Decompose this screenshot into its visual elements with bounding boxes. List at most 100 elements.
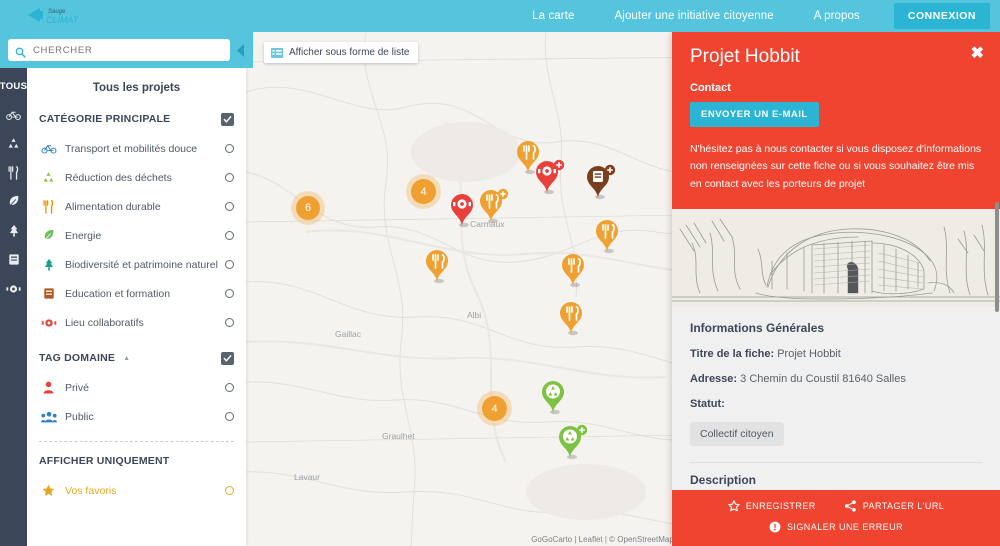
filter-radio[interactable] — [225, 383, 234, 392]
main-nav: La carte Ajouter une initiative citoyenn… — [512, 0, 1000, 32]
search-input[interactable] — [33, 44, 213, 56]
filter-prive[interactable]: Privé — [39, 373, 234, 402]
marker-cluster[interactable]: 6 — [296, 196, 320, 220]
report-error-action[interactable]: SIGNALER UNE ERREUR — [769, 521, 903, 533]
filter-label: Education et formation — [65, 287, 171, 300]
map-marker-alimentation[interactable] — [423, 247, 453, 290]
rail-all-label[interactable]: TOUS — [0, 74, 27, 100]
panel-header: Projet Hobbit ✖ Contact ENVOYER UN E-MAI… — [672, 32, 1000, 209]
share-url-action[interactable]: PARTAGER L'URL — [844, 500, 945, 512]
send-email-button[interactable]: ENVOYER UN E-MAIL — [690, 102, 819, 127]
filter-radio[interactable] — [225, 412, 234, 421]
filter-radio[interactable] — [225, 486, 234, 495]
star-outline-icon — [727, 500, 740, 512]
rail-cutlery-icon[interactable] — [0, 158, 27, 187]
project-detail-panel: Projet Hobbit ✖ Contact ENVOYER UN E-MAI… — [672, 32, 1000, 546]
star-icon — [39, 483, 58, 499]
filter-radio[interactable] — [225, 173, 234, 182]
filter-group-checkbox[interactable] — [221, 351, 234, 365]
filter-group-checkbox[interactable] — [221, 112, 234, 126]
filter-label: Alimentation durable — [65, 200, 161, 213]
nav-a-propos[interactable]: A propos — [794, 0, 880, 32]
rail-leaf-icon[interactable] — [0, 187, 27, 216]
map-label-gaillac: Gaillac — [335, 329, 361, 339]
rail-book-icon[interactable] — [0, 245, 27, 274]
save-action[interactable]: ENREGISTRER — [727, 500, 816, 512]
map-marker-alimentation[interactable] — [559, 251, 589, 294]
rail-bicycle-icon[interactable] — [0, 100, 27, 129]
map-marker-education[interactable] — [584, 163, 618, 206]
show-as-list-button[interactable]: Afficher sous forme de liste — [264, 42, 419, 63]
panel-body: Informations Générales Titre de la fiche… — [672, 306, 1000, 509]
tree-icon — [39, 257, 58, 273]
panel-scrollbar[interactable] — [995, 202, 999, 312]
filter-group-heading: TAG DOMAINE ▲ — [39, 343, 234, 373]
search-box[interactable] — [8, 39, 230, 61]
map-marker-reduction-dechets[interactable] — [556, 423, 590, 466]
alert-icon — [769, 521, 781, 533]
book-icon — [39, 286, 58, 302]
map-marker-alimentation[interactable] — [593, 217, 623, 260]
map-marker-lieu-collaboratif[interactable] — [448, 191, 478, 234]
filter-radio[interactable] — [225, 318, 234, 327]
close-icon[interactable]: ✖ — [971, 46, 984, 62]
users-icon — [39, 409, 58, 425]
panel-action-row: ENREGISTRER PARTAGER L'URL — [672, 490, 1000, 512]
map-marker-reduction-dechets[interactable] — [539, 378, 569, 421]
filter-lieu-collaboratifs[interactable]: Lieu collaboratifs — [39, 308, 234, 337]
filter-group-label: TAG DOMAINE — [39, 352, 116, 364]
filter-radio[interactable] — [225, 231, 234, 240]
filter-transport-et-mobilites-douce[interactable]: Transport et mobilités douce — [39, 134, 234, 163]
filter-alimentation-durable[interactable]: Alimentation durable — [39, 192, 234, 221]
field-titre: Titre de la fiche: Projet Hobbit — [690, 348, 982, 360]
filter-radio[interactable] — [225, 260, 234, 269]
rail-recycle-icon[interactable] — [0, 129, 27, 158]
site-logo[interactable]: Sauge CLIMAT — [26, 3, 96, 29]
contact-heading: Contact — [690, 82, 731, 94]
field-label: Adresse: — [690, 372, 738, 385]
filter-label: Vos favoris — [65, 484, 117, 497]
section-title-informations: Informations Générales — [690, 320, 825, 335]
login-button[interactable]: CONNEXION — [893, 3, 990, 29]
filter-public[interactable]: Public — [39, 402, 234, 431]
map-marker-alimentation[interactable] — [477, 187, 511, 230]
filter-label: Biodiversité et patrimoine naturel — [65, 258, 218, 271]
marker-cluster[interactable]: 4 — [411, 179, 436, 204]
filter-radio[interactable] — [225, 289, 234, 298]
filter-vos-favoris[interactable]: Vos favoris — [39, 476, 234, 505]
panel-title: Projet Hobbit — [690, 46, 800, 67]
map-label-graulhet: Graulhet — [382, 431, 415, 441]
filter-label: Transport et mobilités douce — [65, 142, 198, 155]
field-adresse: Adresse: 3 Chemin du Coustil 81640 Salle… — [690, 373, 982, 385]
filter-label: Energie — [65, 229, 102, 242]
filter-group-label: CATÉGORIE PRINCIPALE — [39, 113, 171, 125]
rail-collaborative-place-icon[interactable] — [0, 274, 27, 303]
rail-tree-icon[interactable] — [0, 216, 27, 245]
status-badge: Collectif citoyen — [690, 421, 784, 446]
panel-action-row: SIGNALER UNE ERREUR — [672, 512, 1000, 533]
contact-note: N'hésitez pas à nous contacter si vous d… — [690, 143, 982, 190]
collapse-sidebar-icon[interactable] — [234, 43, 248, 57]
nav-la-carte[interactable]: La carte — [512, 0, 594, 32]
chevron-up-icon[interactable]: ▲ — [123, 355, 130, 362]
project-photo[interactable] — [672, 208, 1000, 307]
share-url-action-label: PARTAGER L'URL — [862, 501, 945, 511]
field-label: Titre de la fiche: — [690, 347, 775, 360]
app-root: Sauge CLIMAT La carte Ajouter une initia… — [0, 0, 1000, 546]
filter-reduction-des-dechets[interactable]: Réduction des déchets — [39, 163, 234, 192]
svg-text:CLIMAT: CLIMAT — [46, 15, 80, 25]
marker-cluster[interactable]: 4 — [482, 396, 507, 421]
filter-radio[interactable] — [225, 202, 234, 211]
filter-education-et-formation[interactable]: Education et formation — [39, 279, 234, 308]
filter-energie[interactable]: Energie — [39, 221, 234, 250]
map-marker-lieu-collaboratif[interactable] — [533, 158, 567, 201]
map-label-lavaur: Lavaur — [294, 472, 320, 482]
share-icon — [844, 500, 857, 512]
collaborative-place-icon — [39, 315, 58, 331]
filter-biodiversite-et-patrimoine-naturel[interactable]: Biodiversité et patrimoine naturel — [39, 250, 234, 279]
map-marker-alimentation[interactable] — [557, 299, 587, 342]
recycle-icon — [39, 170, 58, 186]
nav-ajouter-initiative[interactable]: Ajouter une initiative citoyenne — [595, 0, 794, 32]
filter-radio[interactable] — [225, 144, 234, 153]
filter-label: Public — [65, 410, 94, 423]
